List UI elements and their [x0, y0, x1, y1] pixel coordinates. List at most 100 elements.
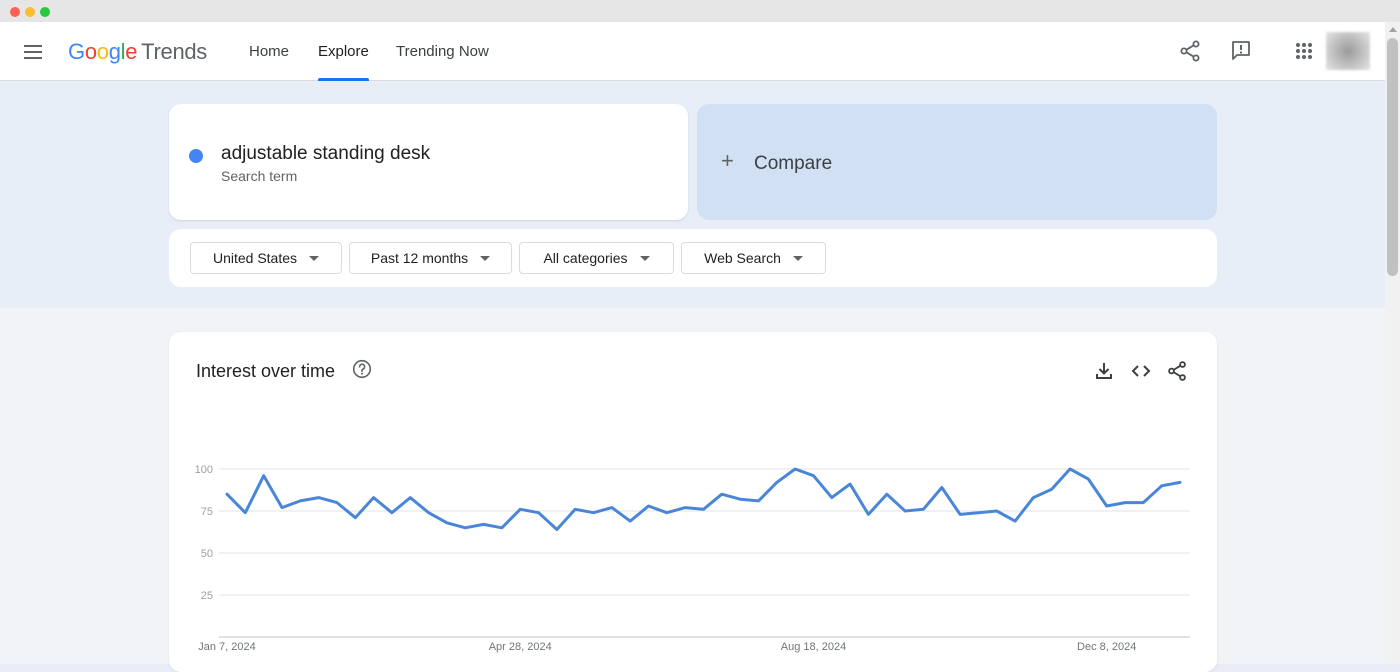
data-point[interactable]	[277, 503, 287, 513]
data-point[interactable]	[405, 493, 415, 503]
logo-letter: g	[108, 39, 121, 64]
data-point[interactable]	[900, 506, 910, 516]
scroll-up-arrow-icon[interactable]	[1389, 27, 1397, 32]
y-tick-label: 50	[201, 548, 213, 560]
data-point[interactable]	[1083, 474, 1093, 484]
data-point[interactable]	[973, 508, 983, 518]
data-point[interactable]	[259, 471, 269, 481]
data-point[interactable]	[222, 489, 232, 499]
data-point[interactable]	[937, 482, 947, 492]
data-point[interactable]	[699, 504, 709, 514]
data-point[interactable]	[424, 508, 434, 518]
maximize-window-button[interactable]	[40, 7, 50, 17]
data-point[interactable]	[644, 501, 654, 511]
interest-over-time-card: Interest over time 100 75 50 25 Jan 7, 2024 A…	[169, 332, 1217, 672]
data-point[interactable]	[1102, 501, 1112, 511]
scrollbar-thumb[interactable]	[1387, 38, 1398, 276]
top-app-bar: Google Trends Home Explore Trending Now	[0, 22, 1385, 81]
search-term-card[interactable]: adjustable standing desk Search term	[169, 104, 688, 220]
data-point[interactable]	[992, 506, 1002, 516]
data-point[interactable]	[350, 513, 360, 523]
time-range-filter-label: Past 12 months	[370, 250, 469, 266]
search-term-sublabel: Search term	[221, 168, 298, 184]
data-point[interactable]	[1028, 493, 1038, 503]
time-range-filter[interactable]: Past 12 months	[349, 242, 512, 274]
region-filter-label: United States	[212, 250, 298, 266]
data-point[interactable]	[753, 496, 763, 506]
data-point[interactable]	[680, 503, 690, 513]
data-point[interactable]	[332, 498, 342, 508]
logo-product-name: Trends	[141, 39, 208, 64]
google-trends-logo[interactable]: Google Trends	[68, 39, 207, 65]
data-point[interactable]	[918, 504, 928, 514]
filters-bar: United States Past 12 months All categor…	[169, 229, 1217, 287]
feedback-icon[interactable]	[1229, 39, 1253, 63]
search-term-label[interactable]: adjustable standing desk	[221, 143, 430, 165]
data-point[interactable]	[314, 493, 324, 503]
x-tick-label: Aug 18, 2024	[781, 641, 846, 653]
data-point[interactable]	[295, 496, 305, 506]
data-point[interactable]	[240, 508, 250, 518]
dropdown-arrow-icon	[480, 255, 491, 261]
main-menu-button[interactable]	[21, 40, 45, 64]
x-tick-label: Apr 28, 2024	[489, 641, 552, 653]
data-point[interactable]	[1065, 464, 1075, 474]
x-tick-label: Jan 7, 2024	[198, 641, 256, 653]
search-type-filter[interactable]: Web Search	[681, 242, 826, 274]
region-filter[interactable]: United States	[190, 242, 342, 274]
data-point[interactable]	[589, 508, 599, 518]
data-point[interactable]	[552, 524, 562, 534]
logo-letter: o	[96, 39, 109, 64]
dropdown-arrow-icon	[792, 255, 803, 261]
category-filter-label: All categories	[543, 250, 628, 266]
page-scrollbar[interactable]	[1385, 22, 1400, 664]
data-point[interactable]	[1175, 477, 1185, 487]
interest-line-chart: 100 75 50 25 Jan 7, 2024 Apr 28, 2024 Aug 18, …	[195, 464, 1190, 653]
apps-grid-icon[interactable]	[1292, 39, 1316, 63]
data-point[interactable]	[369, 493, 379, 503]
data-point[interactable]	[1138, 498, 1148, 508]
data-point[interactable]	[515, 504, 525, 514]
dropdown-arrow-icon	[639, 255, 650, 261]
data-point[interactable]	[863, 509, 873, 519]
nav-explore[interactable]: Explore	[318, 22, 369, 81]
data-point[interactable]	[790, 464, 800, 474]
plus-icon: +	[721, 148, 734, 173]
data-point[interactable]	[808, 471, 818, 481]
compare-label: Compare	[754, 153, 833, 174]
data-point[interactable]	[387, 508, 397, 518]
y-tick-label: 75	[201, 506, 213, 518]
data-point[interactable]	[570, 504, 580, 514]
data-point[interactable]	[955, 509, 965, 519]
data-point[interactable]	[662, 508, 672, 518]
minimize-window-button[interactable]	[25, 7, 35, 17]
data-point[interactable]	[882, 489, 892, 499]
nav-home[interactable]: Home	[249, 22, 289, 81]
share-icon[interactable]	[1178, 39, 1202, 63]
data-point[interactable]	[442, 518, 452, 528]
data-point[interactable]	[479, 519, 489, 529]
compare-button[interactable]: + Compare	[697, 104, 1217, 220]
data-point[interactable]	[735, 494, 745, 504]
data-point[interactable]	[827, 493, 837, 503]
account-avatar[interactable]	[1326, 32, 1370, 70]
data-point[interactable]	[772, 477, 782, 487]
data-point[interactable]	[1047, 484, 1057, 494]
data-point[interactable]	[534, 508, 544, 518]
category-filter[interactable]: All categories	[519, 242, 674, 274]
y-tick-label: 100	[195, 464, 213, 476]
nav-trending-now[interactable]: Trending Now	[396, 22, 489, 81]
data-point[interactable]	[460, 523, 470, 533]
data-point[interactable]	[625, 516, 635, 526]
data-point[interactable]	[497, 523, 507, 533]
data-point[interactable]	[717, 489, 727, 499]
data-point[interactable]	[607, 503, 617, 513]
x-tick-label: Dec 8, 2024	[1077, 641, 1136, 653]
logo-letter: o	[84, 39, 97, 64]
data-point[interactable]	[1157, 481, 1167, 491]
data-point[interactable]	[1010, 516, 1020, 526]
close-window-button[interactable]	[10, 7, 20, 17]
data-point[interactable]	[1120, 498, 1130, 508]
data-point[interactable]	[845, 479, 855, 489]
y-tick-label: 25	[201, 590, 213, 602]
